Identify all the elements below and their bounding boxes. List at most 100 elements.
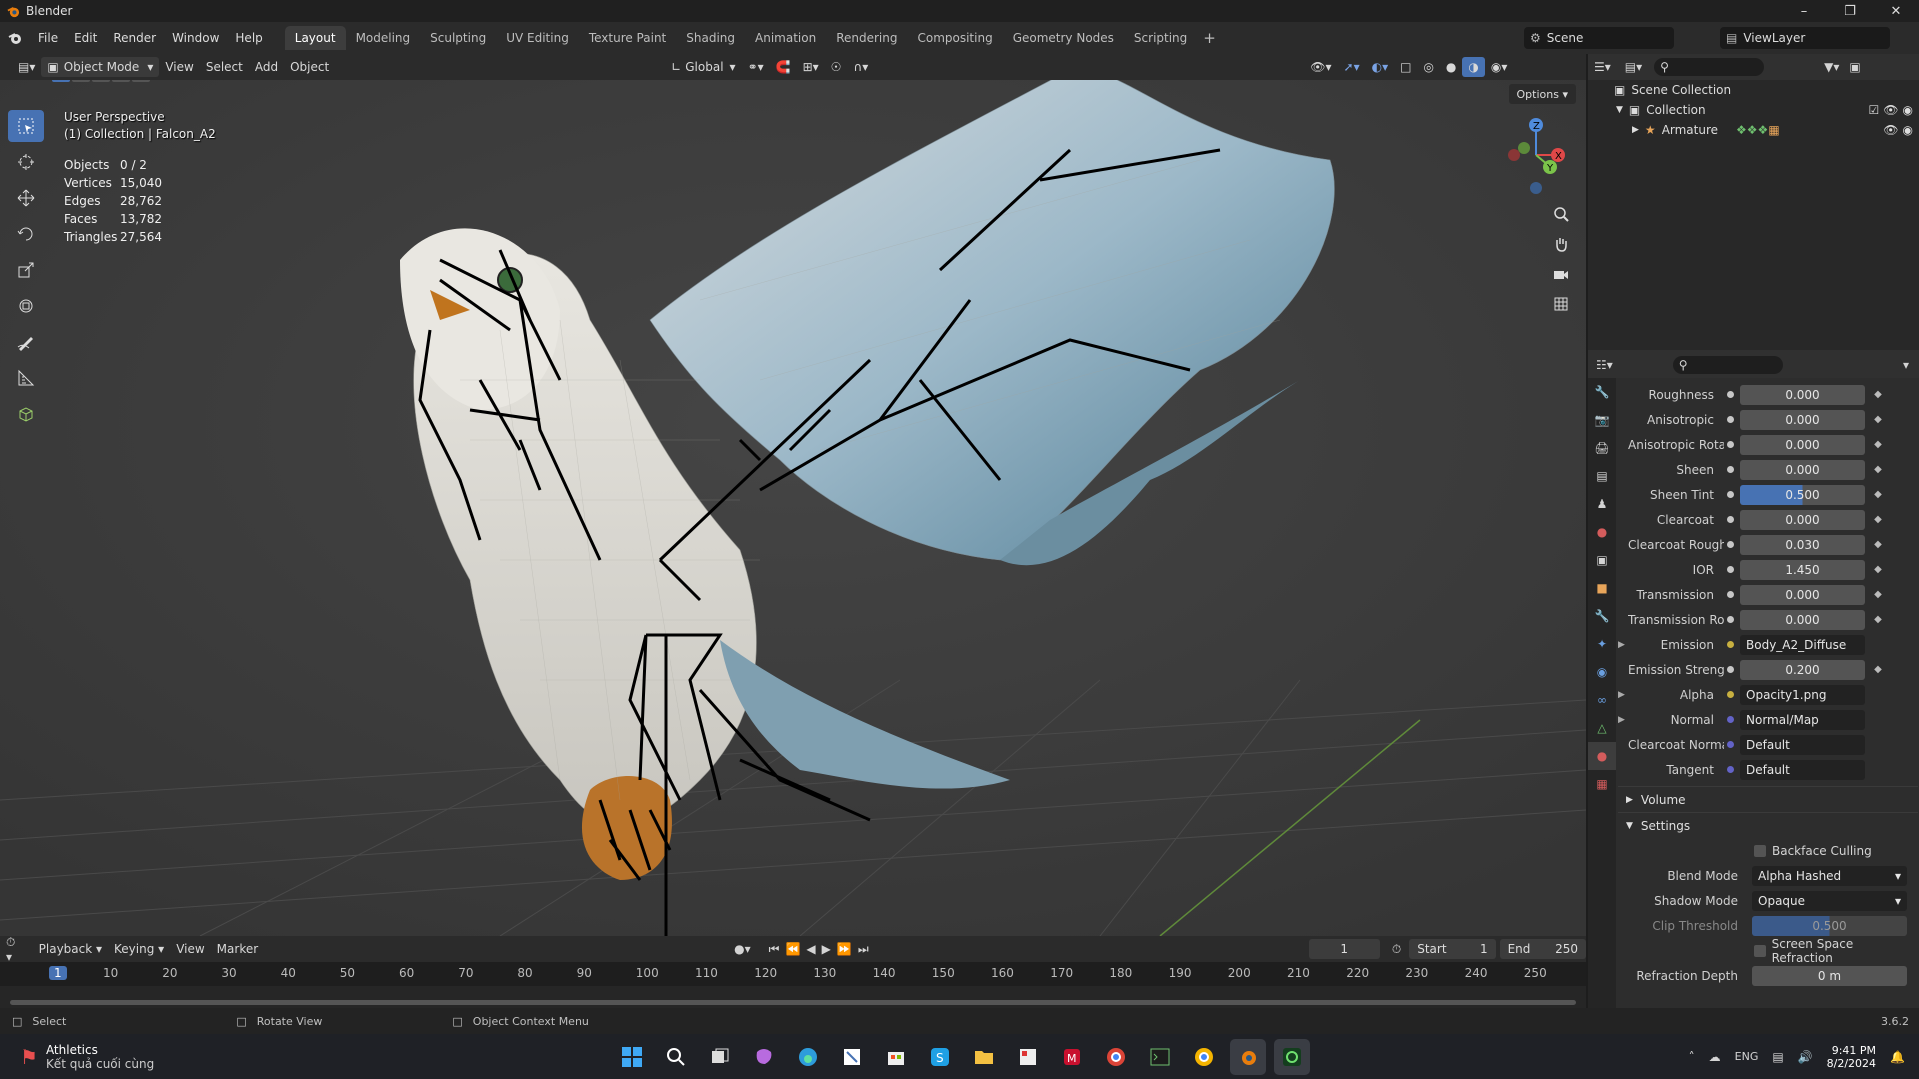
select-intersect-icon[interactable] [132, 80, 150, 82]
shading-rendered-icon[interactable]: ◉▾ [1485, 57, 1514, 77]
add-cube-tool-icon[interactable] [8, 398, 44, 430]
tab-layout[interactable]: Layout [284, 26, 346, 50]
tab-shading[interactable]: Shading [676, 26, 745, 50]
property-value-field[interactable]: Normal/Map [1740, 709, 1865, 730]
property-value-field[interactable]: 0.000 [1740, 509, 1865, 530]
keyframe-icon[interactable]: ◆ [1871, 539, 1885, 550]
language-indicator[interactable]: ENG [1735, 1050, 1759, 1063]
property-value-field[interactable]: Default [1740, 759, 1865, 780]
store-icon[interactable] [878, 1039, 914, 1075]
marker-menu[interactable]: Marker [211, 939, 264, 959]
scene-tab-icon[interactable]: ♟ [1588, 490, 1616, 518]
camera-icon[interactable]: ◉ [1903, 103, 1913, 117]
timeline-scrollbar[interactable] [10, 1000, 1576, 1005]
socket-icon[interactable] [1724, 516, 1736, 523]
viewlayer-selector[interactable]: ▤ ViewLayer [1720, 27, 1890, 49]
keyframe-icon[interactable]: ◆ [1871, 664, 1885, 675]
view-layer-tab-icon[interactable]: ▤ [1588, 462, 1616, 490]
socket-icon[interactable] [1724, 741, 1736, 748]
shadow-mode-dropdown[interactable]: Opaque ▾ [1752, 890, 1907, 911]
clock[interactable]: 9:41 PM 8/2/2024 [1827, 1044, 1876, 1070]
next-keyframe-icon[interactable]: ⏩ [837, 942, 852, 956]
object-tab-icon[interactable]: ■ [1588, 574, 1616, 602]
keyframe-icon[interactable]: ◆ [1871, 564, 1885, 575]
chrome-profile-icon[interactable] [1186, 1039, 1222, 1075]
ortho-grid-icon[interactable] [1546, 290, 1576, 318]
search-icon[interactable] [658, 1039, 694, 1075]
menu-file[interactable]: File [30, 27, 66, 49]
blender-menu-icon[interactable] [0, 22, 30, 54]
socket-icon[interactable] [1724, 416, 1736, 423]
filter-icon[interactable]: ▼▾ [1824, 60, 1839, 74]
outliner-search-input[interactable]: ⚲ [1654, 58, 1765, 76]
socket-icon[interactable] [1724, 441, 1736, 448]
current-frame-field[interactable]: 1 [1308, 939, 1380, 959]
pivot-icon[interactable]: ⚭▾ [742, 57, 770, 77]
play-icon[interactable]: ▶ [822, 942, 831, 956]
gizmo-toggle-icon[interactable]: ➚▾ [1338, 57, 1366, 77]
property-value-field[interactable]: 1.450 [1740, 559, 1865, 580]
annotate-tool-icon[interactable] [8, 326, 44, 358]
overlay-toggle-icon[interactable]: ◐▾ [1366, 57, 1395, 77]
proportional-edit-icon[interactable]: ☉ [825, 57, 848, 77]
keyframe-icon[interactable]: ◆ [1871, 439, 1885, 450]
select-extend-icon[interactable] [72, 80, 90, 82]
keyframe-icon[interactable]: ◆ [1871, 489, 1885, 500]
snap-icon[interactable]: 🧲 [770, 57, 797, 77]
keying-menu[interactable]: Keying ▾ [108, 939, 170, 959]
socket-icon[interactable] [1724, 616, 1736, 623]
options-dropdown[interactable]: Options ▾ [1508, 84, 1576, 104]
play-reverse-icon[interactable]: ◀ [806, 942, 815, 956]
material-tab-icon[interactable]: ● [1588, 742, 1616, 770]
select-invert-icon[interactable] [112, 80, 130, 82]
property-value-field[interactable]: 0.000 [1740, 409, 1865, 430]
modifier-tab-icon[interactable]: 🔧 [1588, 602, 1616, 630]
substance-taskbar-icon[interactable] [1274, 1038, 1310, 1075]
property-value-field[interactable]: 0.200 [1740, 659, 1865, 680]
snipping-icon[interactable] [834, 1039, 870, 1075]
falloff-icon[interactable]: ∩▾ [847, 57, 874, 77]
cloud-icon[interactable]: ☁ [1709, 1050, 1721, 1064]
editor-type-icon[interactable]: ▤▾ [12, 57, 41, 77]
timeline-view-menu[interactable]: View [170, 939, 210, 959]
cursor-tool-icon[interactable] [8, 146, 44, 178]
xray-icon[interactable]: □ [1394, 57, 1417, 77]
property-value-field[interactable]: Opacity1.png [1740, 684, 1865, 705]
tab-compositing[interactable]: Compositing [907, 26, 1002, 50]
notification-bell-icon[interactable]: 🔔 [1890, 1050, 1905, 1064]
tab-uv-editing[interactable]: UV Editing [496, 26, 579, 50]
jump-start-icon[interactable]: ⏮ [769, 942, 780, 957]
expand-icon[interactable]: ▶ [1618, 715, 1628, 725]
property-value-field[interactable]: 0.000 [1740, 434, 1865, 455]
expand-icon[interactable]: ▶ [1618, 640, 1628, 650]
socket-icon[interactable] [1724, 391, 1736, 398]
outliner-collection[interactable]: ▼ ▣ Collection ☑ 👁 ◉ [1588, 100, 1919, 120]
tab-rendering[interactable]: Rendering [826, 26, 907, 50]
timeline-track[interactable] [0, 986, 1586, 1008]
tool-tab-icon[interactable]: 🔧 [1588, 378, 1616, 406]
weather-widget[interactable]: ⚑ Athletics Kết quả cuối cùng [20, 1043, 250, 1071]
object-menu[interactable]: Object [284, 57, 335, 77]
ssr-checkbox[interactable] [1753, 944, 1766, 957]
outliner-editor-icon[interactable]: ☰▾ [1594, 60, 1611, 74]
zoom-icon[interactable] [1546, 200, 1576, 228]
socket-icon[interactable] [1724, 716, 1736, 723]
physics-tab-icon[interactable]: ◉ [1588, 658, 1616, 686]
outliner-scene-collection[interactable]: ▣ Scene Collection [1588, 80, 1919, 100]
stopwatch-icon[interactable]: ⏱ [1392, 942, 1401, 957]
volume-icon[interactable]: 🔊 [1798, 1050, 1813, 1064]
property-value-field[interactable]: Body_A2_Diffuse [1740, 634, 1865, 655]
tab-scripting[interactable]: Scripting [1124, 26, 1197, 50]
chrome-icon[interactable] [1098, 1039, 1134, 1075]
menu-window[interactable]: Window [164, 27, 227, 49]
property-value-field[interactable]: 0.000 [1740, 459, 1865, 480]
snap-target-icon[interactable]: ⊞▾ [797, 57, 825, 77]
socket-icon[interactable] [1724, 566, 1736, 573]
task-view-icon[interactable] [702, 1039, 738, 1075]
settings-section[interactable]: ▼ Settings [1618, 812, 1918, 838]
playback-menu[interactable]: Playback ▾ [33, 939, 108, 959]
maximize-icon[interactable]: ❐ [1827, 0, 1873, 22]
blender-taskbar-icon[interactable] [1230, 1038, 1266, 1075]
keyframe-icon[interactable]: ◆ [1871, 389, 1885, 400]
collection-tab-icon[interactable]: ▣ [1588, 546, 1616, 574]
